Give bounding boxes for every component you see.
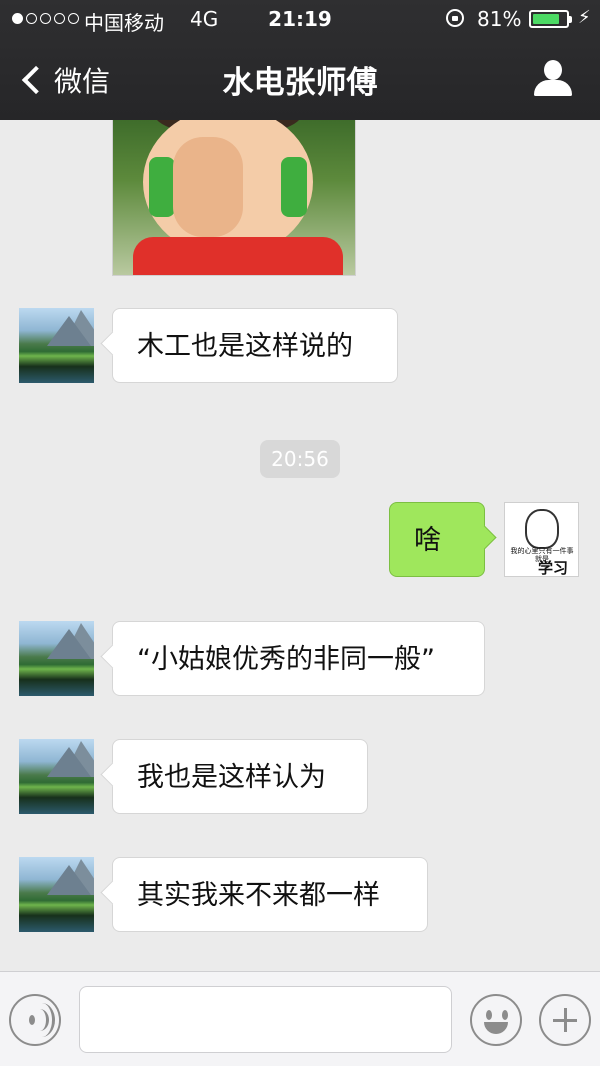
contact-avatar[interactable] <box>19 621 94 696</box>
incoming-message-bubble[interactable]: “小姑娘优秀的非同一般” <box>112 621 485 696</box>
thumbs-up-photo-message[interactable] <box>112 120 356 276</box>
contact-avatar[interactable] <box>19 308 94 383</box>
thumbs-up-icon <box>173 137 243 237</box>
incoming-message-bubble[interactable]: 木工也是这样说的 <box>112 308 398 383</box>
chat-title: 水电张师傅 <box>222 65 378 101</box>
emoji-icon <box>486 1010 492 1020</box>
outgoing-message-bubble[interactable]: 啥 <box>389 502 485 577</box>
voice-button[interactable] <box>9 994 61 1046</box>
incoming-message-bubble[interactable]: 我也是这样认为 <box>112 739 368 814</box>
message-timestamp: 20:56 <box>260 440 340 478</box>
rotation-lock-icon <box>446 9 464 27</box>
emoji-button[interactable] <box>470 994 522 1046</box>
top-bar: 中国移动 4G 21:19 81% ⚡ 微信 水电张师傅 <box>0 0 600 120</box>
battery-percentage: 81% <box>477 7 522 31</box>
navigation-bar: 微信 水电张师傅 <box>0 38 600 120</box>
battery-level-fill <box>533 14 559 24</box>
battery-icon <box>529 10 572 28</box>
self-avatar-caption-big: 学习 <box>537 559 568 577</box>
contact-avatar[interactable] <box>19 739 94 814</box>
status-bar: 中国移动 4G 21:19 81% ⚡ <box>0 0 600 38</box>
sketch-figure-icon <box>525 509 559 549</box>
chat-area[interactable]: 木工也是这样说的 20:56 啥 我的心里只有一件事 就是 学习 “小姑娘优秀的… <box>0 120 600 971</box>
profile-icon[interactable] <box>534 60 572 98</box>
contact-avatar[interactable] <box>19 857 94 932</box>
self-avatar[interactable]: 我的心里只有一件事 就是 学习 <box>504 502 579 577</box>
incoming-message-bubble[interactable]: 其实我来不来都一样 <box>112 857 428 932</box>
message-input[interactable] <box>79 986 452 1053</box>
more-button[interactable] <box>539 994 591 1046</box>
input-bar <box>0 971 600 1066</box>
charging-bolt-icon: ⚡ <box>578 7 591 28</box>
